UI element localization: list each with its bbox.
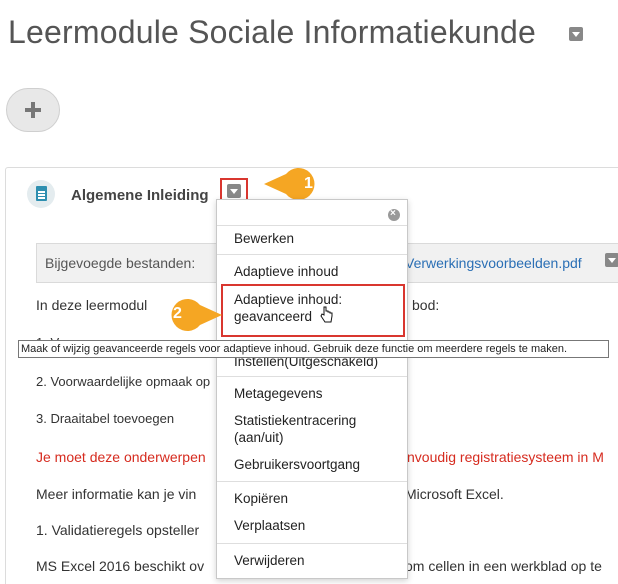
- menu-item-copy[interactable]: Kopiëren: [234, 490, 288, 507]
- document-icon: [27, 180, 55, 208]
- warning-text-end: nvoudig registratiesysteem in M: [407, 449, 604, 465]
- ms-excel-text: MS Excel 2016 beschikt ov: [36, 558, 205, 574]
- menu-item-adaptive-advanced-line2[interactable]: geavanceerd: [234, 308, 312, 325]
- menu-item-adaptive-content[interactable]: Adaptieve inhoud: [234, 263, 338, 280]
- more-info-text-end: Microsoft Excel.: [405, 486, 504, 502]
- callout-marker-1: [264, 168, 315, 200]
- list-item-3: 3. Draaitabel toevoegen: [36, 411, 175, 426]
- callout-number-2: 2: [173, 305, 182, 322]
- plus-icon-vertical: [31, 102, 35, 118]
- close-icon[interactable]: ×: [388, 208, 400, 221]
- title-dropdown-icon[interactable]: [569, 27, 583, 41]
- chevron-down-icon: [608, 258, 616, 263]
- more-info-text: Meer informatie kan je vin: [36, 486, 197, 502]
- ms-excel-text-end: om cellen in een werkblad op te: [405, 558, 602, 574]
- intro-text-end: bod:: [412, 297, 440, 313]
- menu-divider: [217, 376, 407, 377]
- callout-number-1: 1: [304, 175, 313, 192]
- menu-item-move[interactable]: Verplaatsen: [234, 517, 305, 534]
- menu-item-user-progress[interactable]: Gebruikersvoortgang: [234, 456, 360, 473]
- menu-item-statistics-tracking[interactable]: Statistiekentracering: [234, 412, 356, 429]
- menu-divider: [217, 225, 407, 226]
- warning-text: Je moet deze onderwerpen: [36, 449, 206, 465]
- menu-item-metadata[interactable]: Metagegevens: [234, 385, 323, 402]
- menu-divider: [217, 543, 407, 544]
- document-sheet: [36, 186, 47, 201]
- menu-item-edit[interactable]: Bewerken: [234, 230, 294, 247]
- hand-cursor-icon: [320, 306, 333, 323]
- intro-text: In deze leermodul: [36, 297, 148, 313]
- attachments-label: Bijgevoegde bestanden:: [45, 255, 196, 271]
- section-dropdown-button[interactable]: [227, 184, 241, 198]
- menu-divider: [217, 254, 407, 255]
- tooltip: Maak of wijzig geavanceerde regels voor …: [18, 340, 609, 358]
- attachment-dropdown-button[interactable]: [605, 253, 618, 267]
- section-context-menu: × Bewerken Adaptieve inhoud Adaptieve in…: [216, 199, 408, 579]
- menu-item-statistics-tracking-line2[interactable]: (aan/uit): [234, 429, 284, 446]
- document-line: [38, 194, 45, 196]
- chevron-down-icon: [230, 189, 238, 194]
- attachment-file-link[interactable]: Verwerkingsvoorbeelden.pdf: [405, 255, 582, 271]
- menu-divider: [217, 481, 407, 482]
- page-title: Leermodule Sociale Informatiekunde: [8, 14, 537, 50]
- add-content-button[interactable]: [6, 88, 60, 132]
- document-line: [38, 197, 45, 199]
- list-item-2: 2. Voorwaardelijke opmaak op: [36, 374, 211, 389]
- menu-item-delete[interactable]: Verwijderen: [234, 552, 305, 569]
- chevron-down-icon: [572, 32, 580, 37]
- validation-heading: 1. Validatieregels opsteller: [36, 522, 200, 538]
- section-title[interactable]: Algemene Inleiding: [71, 187, 209, 204]
- callout-marker-2: [171, 299, 222, 331]
- document-line: [38, 191, 45, 193]
